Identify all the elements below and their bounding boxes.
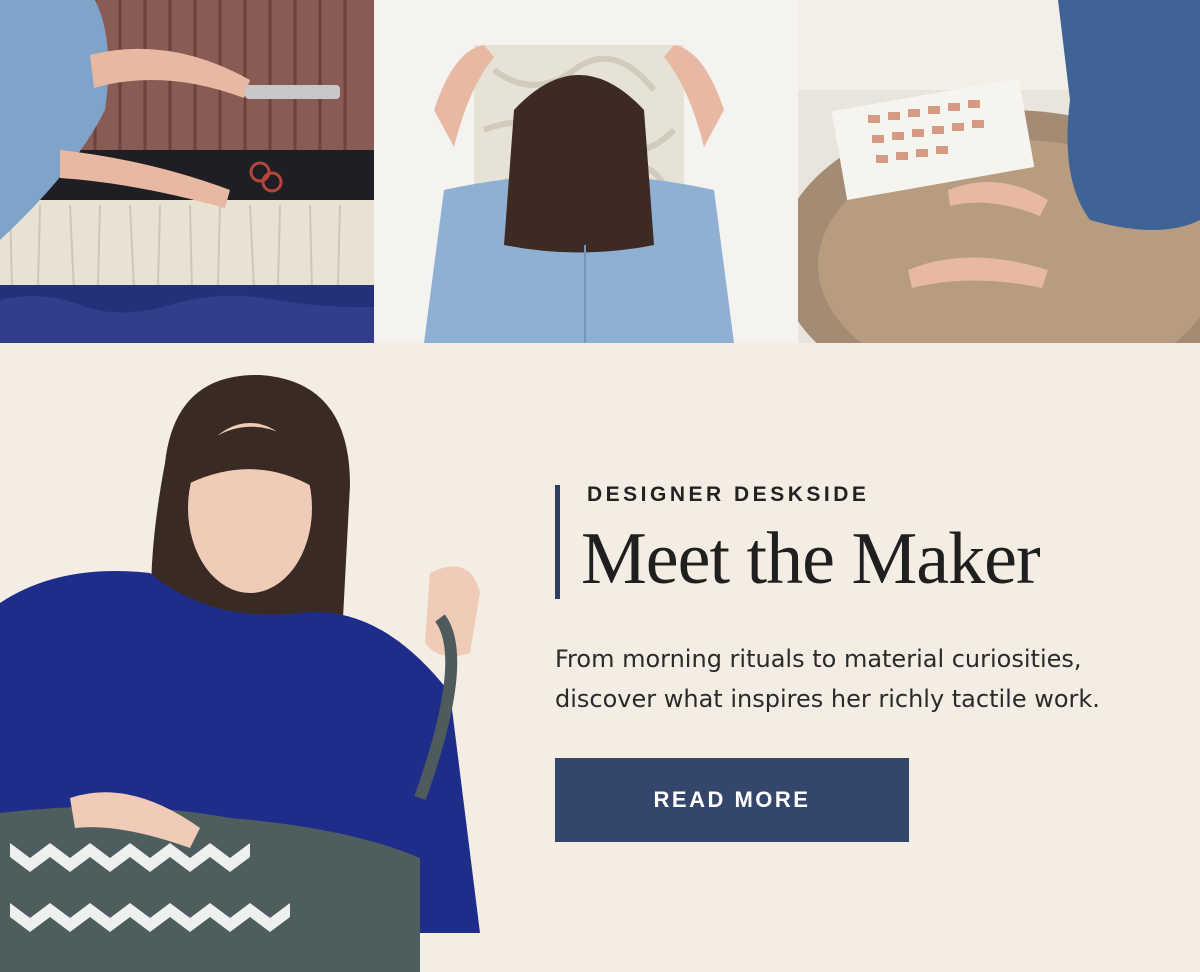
body-copy: From morning rituals to material curiosi… — [555, 645, 1100, 713]
weaving-trim-photo — [0, 0, 374, 343]
headline: Meet the Maker — [581, 518, 1041, 600]
photo-strip — [0, 0, 1200, 343]
accent-bar — [555, 485, 560, 599]
maker-portrait-photo — [0, 343, 540, 972]
color-swatches-photo — [798, 0, 1200, 343]
read-more-button[interactable]: READ MORE — [555, 758, 909, 842]
hanging-textile-photo — [374, 0, 798, 343]
hero-section: DESIGNER DESKSIDE Meet the Maker From mo… — [0, 343, 1200, 972]
eyebrow-label: DESIGNER DESKSIDE — [587, 483, 870, 506]
